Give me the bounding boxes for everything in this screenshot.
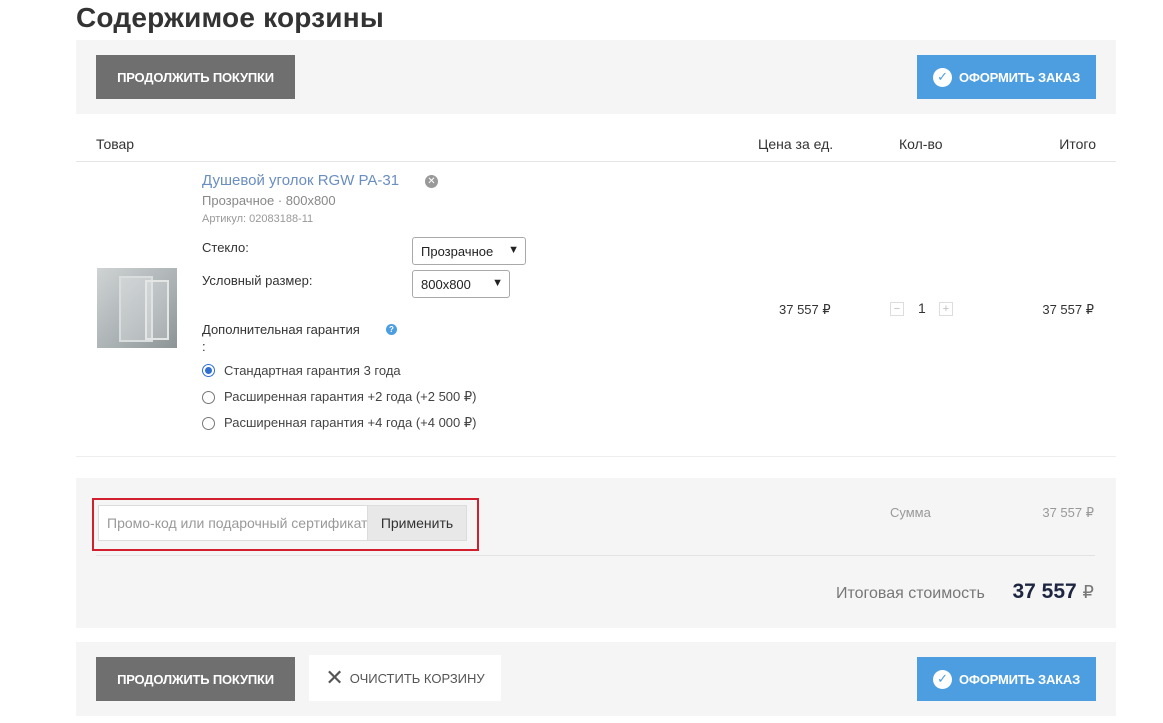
size-select-value: 800x800 xyxy=(421,276,471,292)
sum-label: Сумма xyxy=(890,505,931,520)
qty-decrease-button[interactable]: − xyxy=(890,302,904,316)
bottom-toolbar: ПРОДОЛЖИТЬ ПОКУПКИ ✕ ОЧИСТИТЬ КОРЗИНУ ✓ … xyxy=(76,642,1116,716)
glass-option-label: Стекло: xyxy=(202,240,249,255)
product-name-link[interactable]: Душевой уголок RGW PA-31 xyxy=(202,172,399,189)
check-circle-icon: ✓ xyxy=(932,67,952,87)
radio-button[interactable] xyxy=(202,390,215,404)
qty-increase-button[interactable]: + xyxy=(939,302,953,316)
cart-summary: Промо-код или подарочный сертификат Прим… xyxy=(76,478,1116,628)
clear-cart-button[interactable]: ✕ ОЧИСТИТЬ КОРЗИНУ xyxy=(309,655,501,701)
total-currency: ₽ xyxy=(1082,582,1094,602)
cart-table-header: Товар Цена за ед. Кол-во Итого xyxy=(76,132,1116,162)
chevron-down-icon: ▼ xyxy=(508,244,519,256)
radio-button[interactable] xyxy=(202,416,215,430)
sum-value: 37 557 ₽ xyxy=(1042,505,1094,520)
checkout-button[interactable]: ✓ ОФОРМИТЬ ЗАКАЗ xyxy=(917,55,1096,99)
header-unit-price: Цена за ед. xyxy=(758,136,834,152)
continue-shopping-button[interactable]: ПРОДОЛЖИТЬ ПОКУПКИ xyxy=(96,657,295,701)
promo-highlight: Промо-код или подарочный сертификат Прим… xyxy=(92,498,479,551)
radio-button[interactable] xyxy=(202,364,215,377)
clear-cart-label: ОЧИСТИТЬ КОРЗИНУ xyxy=(349,670,485,686)
checkout-label: ОФОРМИТЬ ЗАКАЗ xyxy=(958,69,1081,85)
warranty-radio-plus4[interactable]: Расширенная гарантия +4 года (+4 000 ₽) xyxy=(202,415,476,431)
warranty-choice-label: Стандартная гарантия 3 года xyxy=(224,363,401,378)
promo-code-input[interactable]: Промо-код или подарочный сертификат xyxy=(98,505,368,541)
summary-divider xyxy=(96,555,1095,556)
total-amount: 37 557 xyxy=(1012,580,1077,603)
size-option-label: Условный размер: xyxy=(202,273,313,288)
glass-select-value: Прозрачное xyxy=(421,243,494,259)
chevron-down-icon: ▼ xyxy=(492,277,503,289)
check-circle-icon: ✓ xyxy=(932,669,952,689)
unit-price: 37 557 ₽ xyxy=(779,302,831,317)
continue-shopping-button[interactable]: ПРОДОЛЖИТЬ ПОКУПКИ xyxy=(96,55,295,99)
header-qty: Кол-во xyxy=(899,136,943,152)
header-total: Итого xyxy=(1059,136,1096,152)
total-value: 37 557 ₽ xyxy=(1012,580,1094,604)
warranty-radio-standard[interactable]: Стандартная гарантия 3 года xyxy=(202,363,401,378)
product-variant: Прозрачное · 800x800 xyxy=(202,193,336,208)
total-label: Итоговая стоимость xyxy=(836,585,985,602)
glass-select[interactable]: Прозрачное ▼ xyxy=(412,237,526,265)
qty-value[interactable]: 1 xyxy=(918,300,926,316)
checkout-button[interactable]: ✓ ОФОРМИТЬ ЗАКАЗ xyxy=(917,657,1096,701)
page-title: Содержимое корзины xyxy=(76,2,384,33)
close-icon: ✕ xyxy=(325,665,344,690)
warranty-choice-label: Расширенная гарантия +4 года (+4 000 ₽) xyxy=(224,415,477,430)
question-circle-icon[interactable]: ? xyxy=(386,324,397,335)
checkout-label: ОФОРМИТЬ ЗАКАЗ xyxy=(958,671,1081,687)
apply-promo-button[interactable]: Применить xyxy=(367,505,467,541)
size-select[interactable]: 800x800 ▼ xyxy=(412,270,510,298)
warranty-label: Дополнительная гарантия xyxy=(202,322,360,337)
warranty-colon: : xyxy=(202,339,206,354)
product-sku: Артикул: 02083188-11 xyxy=(202,213,314,225)
product-image[interactable] xyxy=(97,268,177,348)
warranty-radio-plus2[interactable]: Расширенная гарантия +2 года (+2 500 ₽) xyxy=(202,389,476,405)
close-circle-icon[interactable]: ✕ xyxy=(425,175,438,188)
line-total: 37 557 ₽ xyxy=(1042,302,1094,317)
warranty-choice-label: Расширенная гарантия +2 года (+2 500 ₽) xyxy=(224,389,477,404)
header-product: Товар xyxy=(96,136,135,152)
row-divider xyxy=(76,456,1116,457)
top-toolbar: ПРОДОЛЖИТЬ ПОКУПКИ ✓ ОФОРМИТЬ ЗАКАЗ xyxy=(76,40,1116,114)
